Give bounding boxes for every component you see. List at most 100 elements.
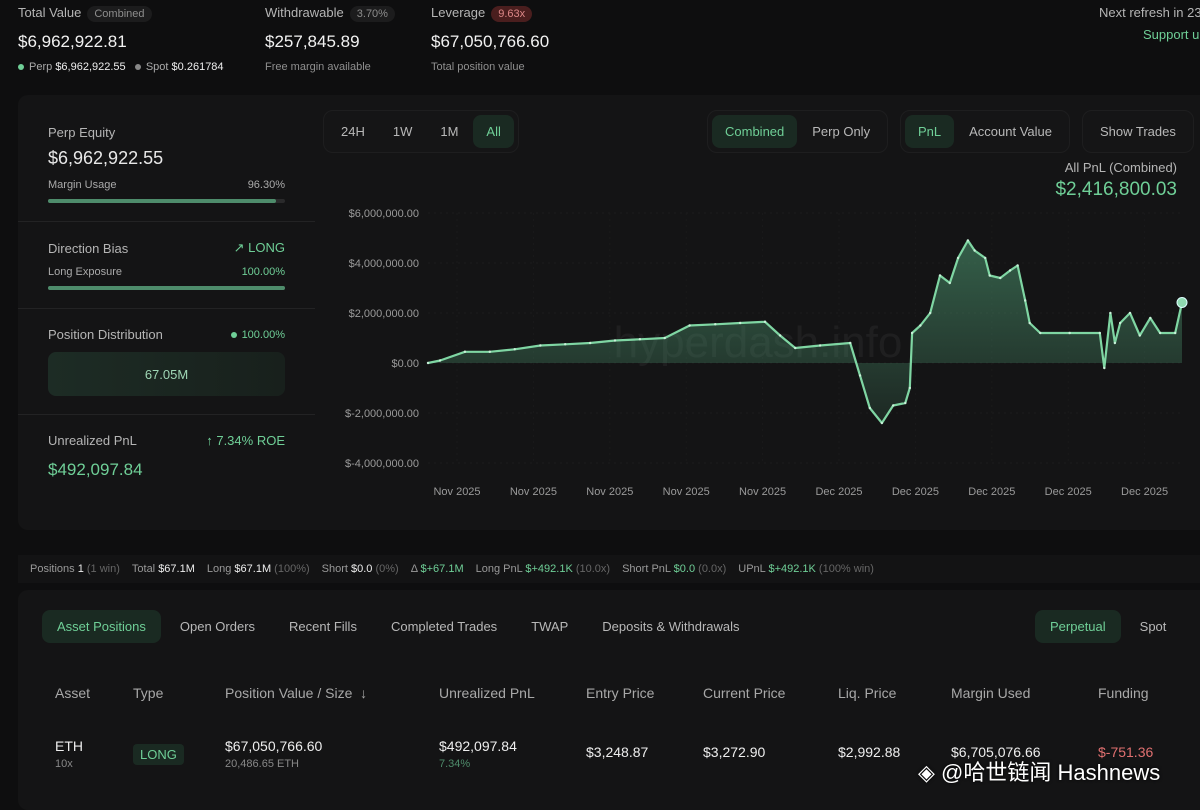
data-point [663,336,666,340]
data-point [1098,331,1102,335]
current-price: $3,272.90 [703,744,766,760]
data-point [778,334,782,337]
col-upnl[interactable]: Unrealized PnL [439,685,535,701]
y-tick-label: $-2,000,000.00 [345,408,419,420]
stat-value: $0.0 [673,563,696,575]
col-entry[interactable]: Entry Price [586,685,654,701]
data-point [999,276,1002,280]
tab-completed-trades[interactable]: Completed Trades [376,610,512,643]
data-point [988,274,991,277]
asset-leverage: 10x [55,758,73,770]
data-point [849,341,852,345]
tab-asset-positions[interactable]: Asset Positions [42,610,161,643]
stat-5: Long PnL $+492.1K (10.0x) [476,563,610,575]
data-point [564,343,567,346]
tab-recent-fills[interactable]: Recent Fills [274,610,372,643]
data-point [488,350,492,353]
data-point [463,350,467,353]
data-point [1008,269,1012,272]
stat-extra: (0.0x) [695,563,727,575]
stat-value: $+492.1K [768,563,816,575]
data-point [588,341,592,345]
stat-label: UPnL [738,563,769,575]
col-position-value[interactable]: Position Value / Size ↓ [225,685,367,701]
data-point [1113,341,1117,345]
data-point [928,311,932,315]
data-point [908,386,912,390]
stat-value: $0.0 [351,563,373,575]
x-tick-label: Dec 2025 [892,486,939,498]
data-point [966,239,970,242]
stat-3: Short $0.0 (0%) [322,563,399,575]
positions-tabs: Asset Positions Open Orders Recent Fills… [42,610,755,643]
data-point [948,281,951,285]
tab-deposits-withdrawals[interactable]: Deposits & Withdrawals [587,610,754,643]
x-tick-label: Dec 2025 [1045,486,1092,498]
tab-twap[interactable]: TWAP [516,610,583,643]
data-point [919,324,922,327]
stat-2: Long $67.1M (100%) [207,563,310,575]
data-point [793,346,797,350]
col-position-value-label: Position Value / Size [225,685,353,701]
stat-value: $+492.1K [525,563,573,575]
type-badge: LONG [133,744,184,765]
tab-spot[interactable]: Spot [1125,610,1182,643]
stat-extra: (100% win) [815,563,874,575]
data-point [1016,264,1019,267]
col-funding[interactable]: Funding [1098,685,1149,701]
tab-perpetual[interactable]: Perpetual [1035,610,1121,643]
data-point [956,256,960,260]
stat-label: Long [206,563,235,575]
stat-6: Short PnL $0.0 (0.0x) [622,563,726,575]
data-point [738,321,742,325]
stat-extra: (100%) [271,563,310,575]
stat-4: Δ $+67.1M [411,563,464,575]
y-tick-label: $6,000,000.00 [349,208,419,220]
tab-open-orders[interactable]: Open Orders [165,610,270,643]
stat-value: $+67.1M [420,563,464,575]
stat-label: Short [321,563,352,575]
data-point [1174,331,1177,335]
x-tick-label: Nov 2025 [663,486,710,498]
stat-label: Positions [30,563,78,575]
data-point [688,324,691,327]
stat-label: Short PnL [622,563,674,575]
data-point [1039,331,1042,335]
stat-label: Long PnL [475,563,526,575]
data-point [1138,334,1141,337]
data-point [1103,366,1106,370]
entry-price: $3,248.87 [586,744,649,760]
col-current[interactable]: Current Price [703,685,785,701]
col-type[interactable]: Type [133,685,163,701]
data-point [539,344,542,347]
stat-value: $67.1M [234,563,272,575]
data-point [714,323,717,326]
data-point [868,406,872,410]
data-point [1109,311,1112,315]
row-upnl-pct: 7.34% [439,758,471,770]
data-point [426,361,430,365]
hashnews-watermark: ◈ @哈世链闻 Hashnews [918,755,1160,787]
market-tabs: Perpetual Spot [1035,610,1181,643]
data-point [1118,321,1122,325]
col-asset[interactable]: Asset [55,685,90,701]
col-margin[interactable]: Margin Used [951,685,1030,701]
stat-1: Total $67.1M [132,563,195,575]
data-point [763,320,767,323]
data-point [1149,316,1152,320]
data-point [858,374,862,377]
data-point [1158,331,1162,335]
data-point [1023,299,1027,302]
data-point [880,421,884,425]
data-point [910,331,914,335]
x-tick-label: Nov 2025 [510,486,557,498]
row-upnl: $492,097.84 [439,738,517,754]
col-liq[interactable]: Liq. Price [838,685,896,701]
data-point [513,348,516,351]
x-tick-label: Dec 2025 [1121,486,1168,498]
liq-price: $2,992.88 [838,744,901,760]
data-point [613,339,617,342]
stat-extra: (10.0x) [572,563,611,575]
data-point [818,344,822,347]
pnl-chart[interactable]: hyperdash.info $6,000,000.00$4,000,000.0… [0,0,1200,520]
